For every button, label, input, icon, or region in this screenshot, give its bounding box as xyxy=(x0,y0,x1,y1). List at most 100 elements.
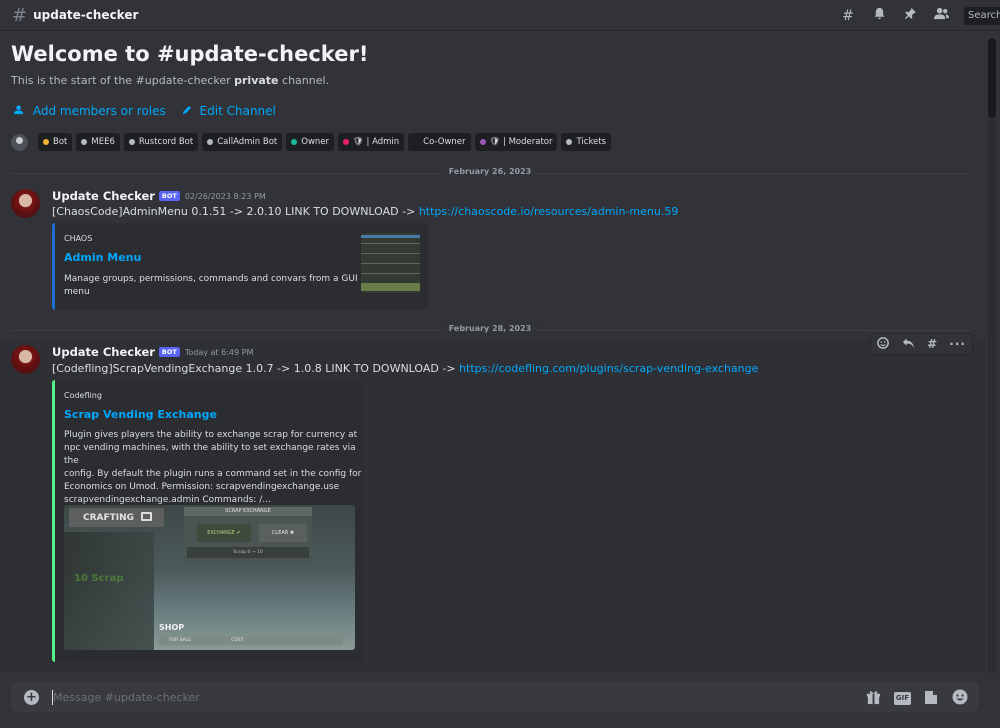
embed-description-line: Economics on Umod. Permission: scrapvend… xyxy=(64,482,340,492)
role-tag[interactable]: CallAdmin Bot xyxy=(202,133,283,151)
embed-description: Plugin gives players the ability to exch… xyxy=(64,429,364,507)
threads-icon[interactable]: # xyxy=(840,8,856,24)
role-color-dot xyxy=(81,139,88,145)
edit-channel-label: Edit Channel xyxy=(199,104,276,118)
embed-description-line: npc vending machines, with the ability t… xyxy=(64,443,356,466)
add-reaction-icon[interactable] xyxy=(877,336,890,352)
role-tag[interactable]: Co-Owner xyxy=(408,133,471,151)
search-input[interactable]: Search xyxy=(964,6,1000,25)
role-color-dot xyxy=(479,139,486,145)
message-link[interactable]: https://codefling.com/plugins/scrap-vend… xyxy=(459,362,758,375)
image-clear-btn: CLEAR ✖ xyxy=(259,524,307,542)
embed-provider[interactable]: Codefling xyxy=(64,391,102,400)
emoji-icon[interactable] xyxy=(951,689,969,708)
add-members-label: Add members or roles xyxy=(32,104,166,118)
role-color-dot xyxy=(343,139,350,145)
role-tag[interactable]: Tickets xyxy=(561,133,612,151)
thumbnail-line xyxy=(361,263,420,264)
bot-badge: BOT xyxy=(158,191,180,201)
role-label: MEE6 xyxy=(91,137,115,147)
create-thread-icon[interactable]: # xyxy=(927,337,937,351)
image-for-sale: FOR SALE xyxy=(169,638,192,643)
role-color-dot xyxy=(207,139,214,145)
add-members-link[interactable]: Add members or roles xyxy=(14,104,166,118)
channel-hash-icon: # xyxy=(12,4,28,26)
embed-title[interactable]: Admin Menu xyxy=(64,251,141,264)
embed-description-line: menu xyxy=(64,287,90,297)
message[interactable]: Update Checker BOT Today at 6:49 PM [Cod… xyxy=(0,339,985,671)
gif-icon[interactable]: GIF xyxy=(893,692,911,705)
image-exchange-btn: EXCHANGE ✔ xyxy=(197,524,251,542)
role-list: Bot MEE6 Rustcord Bot CallAdmin Bot Owne… xyxy=(11,133,612,151)
date-divider-label: February 28, 2023 xyxy=(442,324,538,333)
role-color-dot xyxy=(128,139,135,145)
avatar[interactable] xyxy=(11,345,40,374)
image-shop-bar: FOR SALE COST xyxy=(159,636,343,645)
thumbnail-line xyxy=(361,243,420,244)
welcome-actions: Add members or roles Edit Channel xyxy=(14,104,276,118)
reply-icon[interactable] xyxy=(902,337,915,352)
add-member-icon xyxy=(14,104,29,118)
message-author[interactable]: Update Checker xyxy=(52,345,155,359)
scrollbar-thumb[interactable] xyxy=(988,38,996,118)
role-label: Co-Owner xyxy=(423,137,466,147)
link-embed: Codefling Scrap Vending Exchange Plugin … xyxy=(52,380,364,662)
notification-bell-icon[interactable] xyxy=(871,7,887,24)
message-content: [Codefling]ScrapVendingExchange 1.0.7 ->… xyxy=(52,362,758,375)
welcome-sub-bold: private xyxy=(234,74,279,87)
message-link[interactable]: https://chaoscode.io/resources/admin-men… xyxy=(419,205,679,218)
message-timestamp: 02/26/2023 8:23 PM xyxy=(184,191,266,201)
role-tag[interactable]: 🛡 | Moderator xyxy=(474,133,558,151)
sticker-icon[interactable] xyxy=(922,690,940,708)
message-input[interactable] xyxy=(53,687,833,707)
link-embed: CHAOS Admin Menu Manage groups, permissi… xyxy=(52,223,428,310)
date-divider: February 26, 2023 xyxy=(11,167,969,176)
role-label: Owner xyxy=(301,137,330,147)
embed-title[interactable]: Scrap Vending Exchange xyxy=(64,408,217,421)
header-toolbar: # Search xyxy=(840,0,1000,31)
member-list-icon[interactable] xyxy=(933,7,949,24)
role-label: Rustcord Bot xyxy=(138,137,194,147)
pin-icon[interactable] xyxy=(902,7,918,24)
gift-icon[interactable] xyxy=(865,690,883,708)
embed-description: Manage groups, permissions, commands and… xyxy=(64,273,358,299)
message-actions-bar: # ··· xyxy=(870,333,973,355)
message-author[interactable]: Update Checker xyxy=(52,189,155,203)
thumbnail-line xyxy=(361,253,420,254)
message[interactable]: Update Checker BOT 02/26/2023 8:23 PM [C… xyxy=(0,183,985,318)
role-tag[interactable]: 🛡 | Admin xyxy=(338,133,405,151)
scrollbar-track[interactable] xyxy=(988,38,996,674)
message-content: [ChaosCode]AdminMenu 0.1.51 -> 2.0.10 LI… xyxy=(52,205,678,218)
welcome-subtitle: This is the start of the #update-checker… xyxy=(11,74,329,87)
avatar[interactable] xyxy=(11,189,40,218)
role-label: Tickets xyxy=(576,137,607,147)
image-cost: COST xyxy=(231,638,244,643)
image-wall-shadow xyxy=(64,532,154,650)
message-text: [ChaosCode]AdminMenu 0.1.51 -> 2.0.10 LI… xyxy=(52,205,419,218)
role-tag[interactable]: Owner xyxy=(286,133,335,151)
role-label: Bot xyxy=(53,137,68,147)
message-timestamp: Today at 6:49 PM xyxy=(184,347,254,357)
thumbnail-header-bar xyxy=(361,235,420,238)
embed-thumbnail[interactable] xyxy=(361,233,420,293)
more-options-icon[interactable]: ··· xyxy=(949,337,966,351)
embed-description-line: config. By default the plugin runs a com… xyxy=(64,469,362,479)
message-text: [Codefling]ScrapVendingExchange 1.0.7 ->… xyxy=(52,362,460,375)
role-group-avatar[interactable] xyxy=(11,133,28,151)
role-tag[interactable]: Rustcord Bot xyxy=(123,133,199,151)
embed-image[interactable]: CRAFTING SCRAP EXCHANGE EXCHANGE ✔ CLEAR… xyxy=(64,505,355,650)
bot-badge: BOT xyxy=(158,347,180,357)
welcome-sub-suffix: channel. xyxy=(282,74,330,87)
embed-provider[interactable]: CHAOS xyxy=(64,234,92,243)
welcome-title: Welcome to #update-checker! xyxy=(11,42,369,66)
image-scrap-panel: SCRAP EXCHANGE EXCHANGE ✔ CLEAR ✖ Scrap … xyxy=(184,507,312,562)
role-label: 🛡 | Admin xyxy=(353,137,400,147)
role-tag[interactable]: Bot xyxy=(38,133,73,151)
edit-channel-link[interactable]: Edit Channel xyxy=(182,104,276,118)
embed-description-line: Plugin gives players the ability to exch… xyxy=(64,430,358,440)
role-color-dot xyxy=(43,139,49,145)
role-tag[interactable]: MEE6 xyxy=(76,133,120,151)
channel-header: # update-checker # Search xyxy=(0,0,1000,31)
upload-plus-icon[interactable]: + xyxy=(24,690,39,705)
message-composer: + GIF xyxy=(11,682,979,712)
